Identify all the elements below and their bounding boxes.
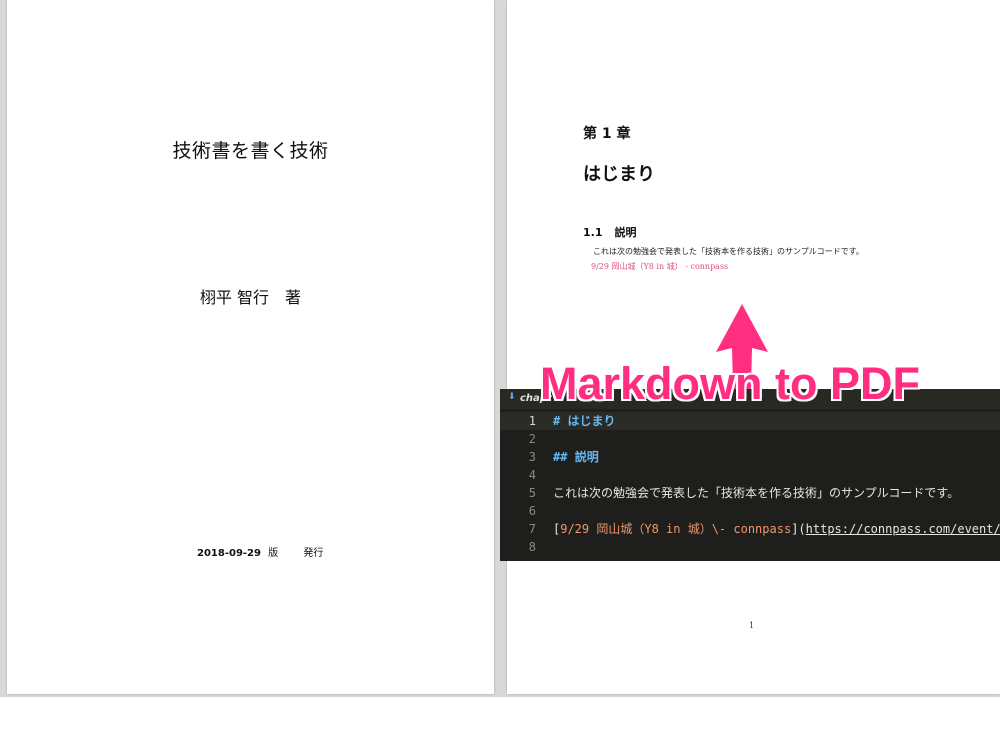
- publish-label: 発行: [303, 548, 324, 559]
- chapter-number: 第 1 章: [583, 126, 631, 142]
- link-text: 9/29 岡山城（Y8 in 城）\- connpass: [560, 522, 792, 536]
- line-number: 8: [528, 540, 536, 554]
- heading-marker: #: [553, 414, 561, 428]
- pdf-page-cover: 技術書を書く技術 栩平 智行 著 2018-09-29 版 発行: [7, 0, 494, 694]
- paragraph-text: これは次の勉強会で発表した「技術本を作る技術」のサンプルコードです。: [553, 486, 960, 500]
- code-line[interactable]: 6: [500, 502, 1000, 520]
- heading-marker: ##: [553, 450, 568, 464]
- markdown-to-pdf-label: Markdown to PDF: [540, 358, 920, 409]
- colophon: 2018-09-29 版 発行: [197, 544, 323, 559]
- code-line[interactable]: 8: [500, 538, 1000, 556]
- line-number: 4: [528, 468, 536, 482]
- page-number: 1: [749, 621, 755, 630]
- heading-text: はじまり: [567, 414, 616, 428]
- code-line[interactable]: 4: [500, 466, 1000, 484]
- book-title: 技術書を書く技術: [172, 140, 329, 162]
- line-number: 3: [528, 450, 536, 464]
- publish-date: 2018-09-29: [197, 548, 261, 559]
- edition-label: 版: [268, 548, 279, 559]
- code-line[interactable]: 2: [500, 430, 1000, 448]
- body-paragraph: これは次の勉強会で発表した「技術本を作る技術」のサンプルコードです。: [593, 247, 864, 256]
- markdown-editor[interactable]: ⬇ chapt 1 # はじまり 2 3 ## 説明 4 5 これは次の勉強会で…: [500, 389, 1000, 561]
- line-number: 1: [528, 414, 536, 428]
- link-url[interactable]: https://connpass.com/event/98976/: [806, 522, 1000, 536]
- section-number: 1.1: [583, 226, 603, 239]
- chapter-title: はじまり: [583, 164, 655, 185]
- code-line[interactable]: 3 ## 説明: [500, 448, 1000, 466]
- code-line[interactable]: 7 [9/29 岡山城（Y8 in 城）\- connpass](https:/…: [500, 520, 1000, 538]
- markdown-file-icon: ⬇: [508, 392, 516, 402]
- line-number: 5: [528, 486, 536, 500]
- code-line[interactable]: 1 # はじまり: [500, 412, 1000, 430]
- connpass-link[interactable]: 9/29 岡山城（Y8 in 城） - connpass: [591, 261, 728, 272]
- heading-text: 説明: [574, 450, 599, 464]
- line-number: 6: [528, 504, 536, 518]
- book-author: 栩平 智行 著: [199, 288, 302, 307]
- section-heading: 1.1 説明: [583, 224, 637, 240]
- line-number: 7: [528, 522, 536, 536]
- line-number: 2: [528, 432, 536, 446]
- link-bracket-close: ](: [791, 522, 806, 536]
- section-title: 説明: [614, 226, 637, 239]
- code-line[interactable]: 5 これは次の勉強会で発表した「技術本を作る技術」のサンプルコードです。: [500, 484, 1000, 502]
